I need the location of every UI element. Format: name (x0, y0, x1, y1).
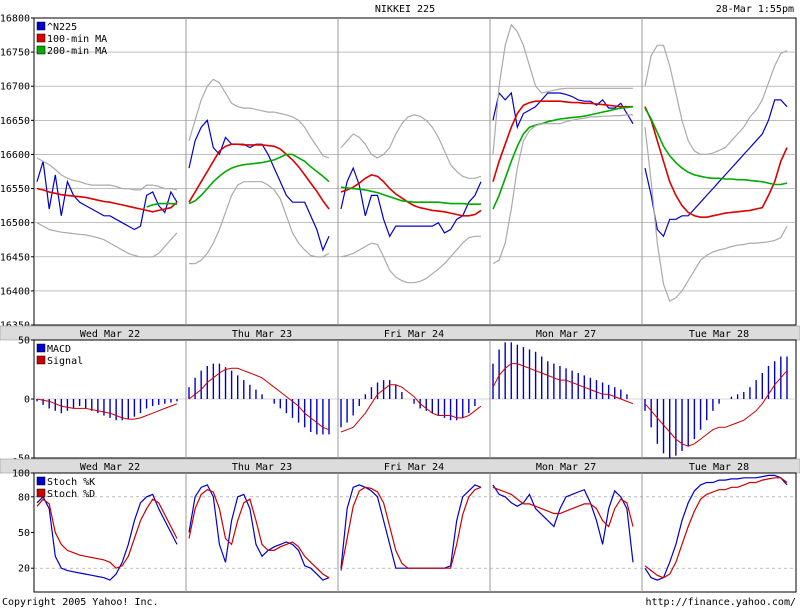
y-tick-label: 16400 (0, 286, 30, 297)
y-tick-label: 50 (18, 336, 30, 347)
legend-swatch (36, 476, 46, 486)
y-tick-label: 16450 (0, 252, 30, 263)
legend-label: ^N225 (47, 22, 77, 33)
legend-label: Stoch %D (47, 489, 95, 500)
day-label: Mon Mar 27 (536, 462, 596, 473)
y-tick-label: 16700 (0, 82, 30, 93)
day-label: Mon Mar 27 (536, 329, 596, 340)
y-tick-label: 100 (12, 469, 30, 480)
source-url: http://finance.yahoo.com/ (645, 597, 796, 608)
y-tick-label: 80 (18, 492, 30, 503)
plot-frame (33, 17, 797, 326)
panel-macd: -50050MACDSignalWed Mar 22Thu Mar 23Fri … (0, 336, 800, 474)
legend-label: Signal (47, 356, 83, 367)
legend-swatch (36, 21, 46, 31)
copyright-text: Copyright 2005 Yahoo! Inc. (2, 597, 159, 608)
legend-swatch (36, 343, 46, 353)
day-label: Fri Mar 24 (384, 329, 444, 340)
chart-canvas: NIKKEI 225 28-Mar 1:55pm Copyright 2005 … (0, 4, 800, 608)
panel-price: 1635016400164501650016550166001665016700… (0, 14, 800, 341)
panel-stoch: 20 50 80 100 Stoch %KStoch %D (12, 469, 797, 593)
y-tick-label: 20 (18, 564, 30, 575)
chart-timestamp: 28-Mar 1:55pm (716, 4, 794, 15)
chart-panels: 1635016400164501650016550166001665016700… (0, 14, 800, 593)
legend-swatch (36, 45, 46, 55)
day-label: Wed Mar 22 (80, 329, 140, 340)
y-tick-label: 16600 (0, 150, 30, 161)
chart-title: NIKKEI 225 (375, 4, 435, 15)
legend-swatch (36, 33, 46, 43)
plot-frame (33, 472, 797, 593)
y-tick-label: 16750 (0, 48, 30, 59)
day-label: Wed Mar 22 (80, 462, 140, 473)
day-label: Thu Mar 23 (232, 462, 292, 473)
legend-label: 100-min MA (47, 34, 107, 45)
legend-swatch (36, 488, 46, 498)
y-tick-label: 0 (24, 395, 30, 406)
day-label: Thu Mar 23 (232, 329, 292, 340)
y-tick-label: 50 (18, 528, 30, 539)
day-label: Tue Mar 28 (689, 462, 749, 473)
day-label: Tue Mar 28 (689, 329, 749, 340)
y-tick-label: 16500 (0, 218, 30, 229)
legend-label: MACD (47, 344, 71, 355)
legend-swatch (36, 355, 46, 365)
legend-label: Stoch %K (47, 477, 95, 488)
day-label: Fri Mar 24 (384, 462, 444, 473)
y-tick-label: 16650 (0, 116, 30, 127)
legend-label: 200-min MA (47, 46, 107, 57)
y-tick-label: 16800 (0, 14, 30, 25)
y-tick-label: 16550 (0, 184, 30, 195)
